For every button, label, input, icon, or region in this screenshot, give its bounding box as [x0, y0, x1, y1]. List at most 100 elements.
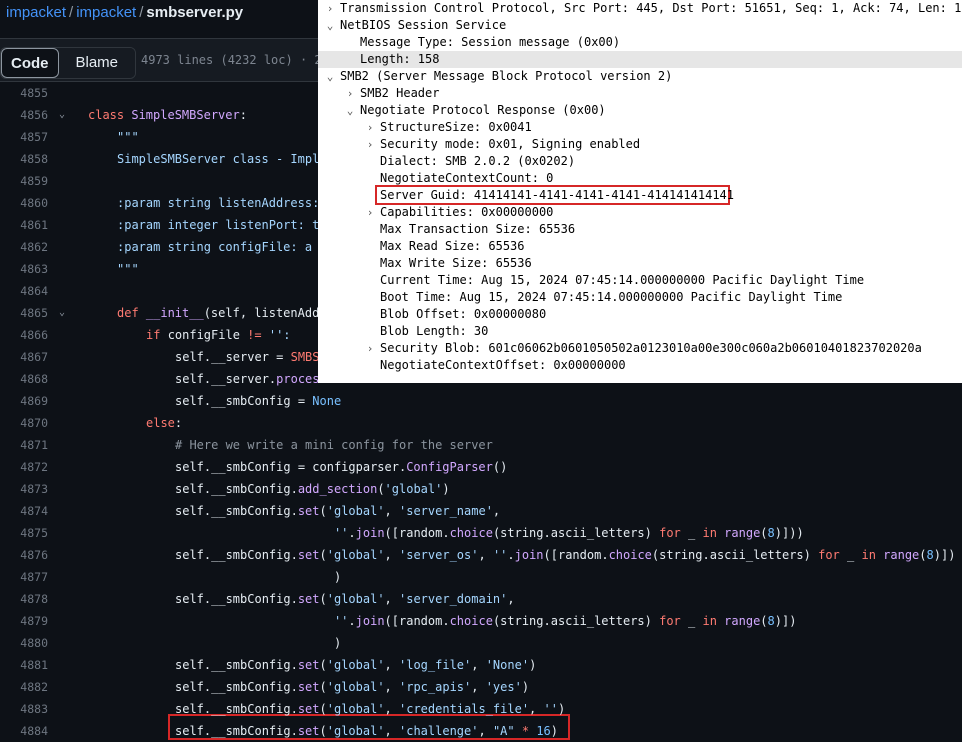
code-text: """ [117, 258, 139, 280]
line-number[interactable]: 4855 [0, 82, 48, 104]
line-number[interactable]: 4857 [0, 126, 48, 148]
packet-field-row[interactable]: › Capabilities: 0x00000000 [318, 204, 962, 221]
line-number[interactable]: 4860 [0, 192, 48, 214]
line-number[interactable]: 4865 [0, 302, 48, 324]
packet-field-row[interactable]: Message Type: Session message (0x00) [318, 34, 962, 51]
packet-field-row[interactable]: › Security Blob: 601c06062b0601050502a012… [318, 340, 962, 357]
code-line: 4871 # Here we write a mini config for th… [0, 434, 962, 456]
packet-field-row[interactable]: Max Read Size: 65536 [318, 238, 962, 255]
code-token: . [348, 614, 356, 628]
line-number[interactable]: 4858 [0, 148, 48, 170]
code-text: if configFile != '': [146, 324, 291, 346]
code-token: self.__smbConfig = configparser. [175, 460, 407, 474]
line-number[interactable]: 4882 [0, 676, 48, 698]
packet-field-row[interactable]: › Transmission Control Protocol, Src Port… [318, 0, 962, 17]
line-number[interactable]: 4869 [0, 390, 48, 412]
packet-field-row[interactable]: Blob Length: 30 [318, 323, 962, 340]
view-tabs: Code Blame [0, 47, 137, 79]
line-number[interactable]: 4884 [0, 720, 48, 742]
line-number[interactable]: 4881 [0, 654, 48, 676]
packet-field-row[interactable]: Server Guid: 41414141-4141-4141-4141-414… [318, 187, 962, 204]
packet-field-row[interactable]: › StructureSize: 0x0041 [318, 119, 962, 136]
expand-chevron-right-icon[interactable]: › [364, 136, 376, 153]
packet-field-row[interactable]: ⌄ NetBIOS Session Service [318, 17, 962, 34]
line-number[interactable]: 4874 [0, 500, 48, 522]
line-number[interactable]: 4871 [0, 434, 48, 456]
expand-chevron-right-icon[interactable]: › [324, 0, 336, 17]
expand-chevron-down-icon[interactable]: ⌄ [324, 68, 336, 85]
packet-field-row[interactable]: NegotiateContextCount: 0 [318, 170, 962, 187]
packet-field-row[interactable]: › SMB2 Header [318, 85, 962, 102]
line-number[interactable]: 4883 [0, 698, 48, 720]
packet-field-row[interactable]: Length: 158 [318, 51, 962, 68]
packet-field-row[interactable]: ⌄ SMB2 (Server Message Block Protocol ver… [318, 68, 962, 85]
expand-chevron-down-icon[interactable]: ⌄ [344, 102, 356, 119]
packet-field-row[interactable]: Max Write Size: 65536 [318, 255, 962, 272]
line-number[interactable]: 4859 [0, 170, 48, 192]
code-token: def [117, 306, 146, 320]
line-number[interactable]: 4861 [0, 214, 48, 236]
line-number[interactable]: 4873 [0, 478, 48, 500]
fold-chevron-icon[interactable]: ⌄ [59, 104, 71, 126]
packet-field-row[interactable]: Blob Offset: 0x00000080 [318, 306, 962, 323]
breadcrumb-repo-link[interactable]: impacket [76, 4, 136, 21]
code-token: 'global' [326, 702, 385, 716]
expand-chevron-right-icon[interactable]: › [364, 119, 376, 136]
expand-chevron-right-icon[interactable]: › [364, 204, 376, 221]
packet-field-row[interactable]: Dialect: SMB 2.0.2 (0x0202) [318, 153, 962, 170]
line-number[interactable]: 4876 [0, 544, 48, 566]
line-number[interactable]: 4870 [0, 412, 48, 434]
code-text: :param string listenAddress: [117, 192, 319, 214]
packet-field-row[interactable]: Boot Time: Aug 15, 2024 07:45:14.0000000… [318, 289, 962, 306]
code-line: 4881 self.__smbConfig.set('global', 'log_… [0, 654, 962, 676]
line-number[interactable]: 4872 [0, 456, 48, 478]
expand-chevron-right-icon[interactable]: › [364, 340, 376, 357]
packet-field-text: Dialect: SMB 2.0.2 (0x0202) [380, 154, 576, 168]
packet-field-row[interactable]: Max Transaction Size: 65536 [318, 221, 962, 238]
tab-blame[interactable]: Blame [58, 48, 136, 78]
line-number[interactable]: 4877 [0, 566, 48, 588]
breadcrumb-file-name: smbserver.py [146, 4, 244, 21]
line-number[interactable]: 4875 [0, 522, 48, 544]
code-token: self.__server. [175, 372, 277, 386]
code-token: 'server_domain' [399, 592, 508, 606]
line-number[interactable]: 4866 [0, 324, 48, 346]
code-text: self.__smbConfig.add_section('global') [175, 478, 450, 500]
code-token: ( [319, 702, 327, 716]
code-token: SimpleSMBServer [131, 108, 240, 122]
expand-chevron-down-icon[interactable]: ⌄ [324, 17, 336, 34]
packet-field-text: NegotiateContextOffset: 0x00000000 [380, 358, 626, 372]
line-number[interactable]: 4879 [0, 610, 48, 632]
code-line: 4878 self.__smbConfig.set('global', 'serv… [0, 588, 962, 610]
packet-field-row[interactable]: ⌄ Negotiate Protocol Response (0x00) [318, 102, 962, 119]
code-token: , [471, 680, 486, 694]
code-token: 8 [767, 614, 775, 628]
line-number[interactable]: 4880 [0, 632, 48, 654]
fold-chevron-icon[interactable]: ⌄ [59, 302, 71, 324]
code-text: else: [146, 412, 182, 434]
tab-code[interactable]: Code [1, 48, 59, 78]
breadcrumb: impacket / impacket / smbserver.py [6, 4, 243, 22]
breadcrumb-org-link[interactable]: impacket [6, 4, 66, 21]
line-number[interactable]: 4878 [0, 588, 48, 610]
line-number[interactable]: 4864 [0, 280, 48, 302]
packet-field-row[interactable]: › Security mode: 0x01, Signing enabled [318, 136, 962, 153]
line-number[interactable]: 4856 [0, 104, 48, 126]
code-token: ( [760, 614, 768, 628]
packet-field-row[interactable]: NegotiateContextOffset: 0x00000000 [318, 357, 962, 374]
code-token: add_section [297, 482, 378, 496]
code-text: SimpleSMBServer class - Impl [117, 148, 319, 170]
code-token: join [355, 526, 385, 540]
line-number[interactable]: 4867 [0, 346, 48, 368]
code-text: self.__server.proces [175, 368, 320, 390]
code-text: self.__smbConfig.set('global', 'server_n… [175, 500, 500, 522]
line-number[interactable]: 4868 [0, 368, 48, 390]
code-token: ( [919, 548, 927, 562]
line-number[interactable]: 4862 [0, 236, 48, 258]
line-number[interactable]: 4863 [0, 258, 48, 280]
packet-field-row[interactable]: Current Time: Aug 15, 2024 07:45:14.0000… [318, 272, 962, 289]
code-token: set [297, 680, 320, 694]
code-token: , [384, 702, 399, 716]
expand-chevron-right-icon[interactable]: › [344, 85, 356, 102]
